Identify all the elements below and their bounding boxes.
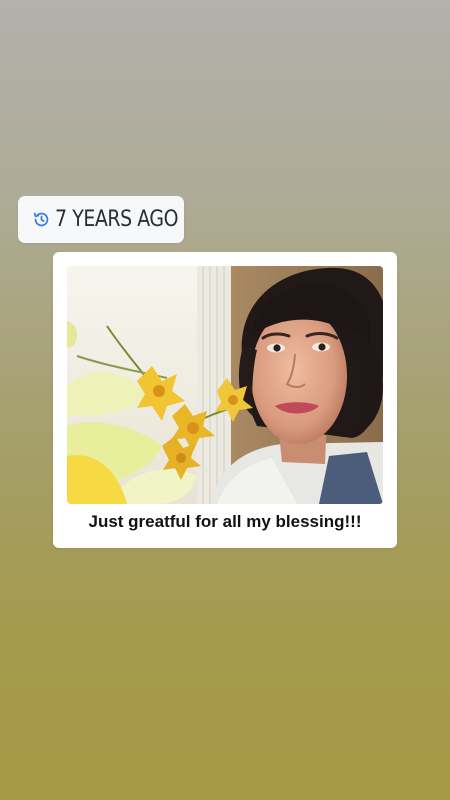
memory-photo[interactable] — [67, 266, 383, 504]
memory-date-sticker[interactable]: 7 YEARS AGO — [18, 196, 184, 243]
memory-caption: Just greatful for all my blessing!!! — [88, 512, 362, 531]
story-canvas: 7 YEARS AGO Just greatful for all my ble… — [0, 0, 450, 800]
memory-age-label: 7 YEARS AGO — [55, 206, 179, 232]
selfie-photo — [67, 266, 383, 504]
history-icon — [32, 210, 51, 229]
memory-card[interactable]: Just greatful for all my blessing!!! — [53, 252, 397, 548]
